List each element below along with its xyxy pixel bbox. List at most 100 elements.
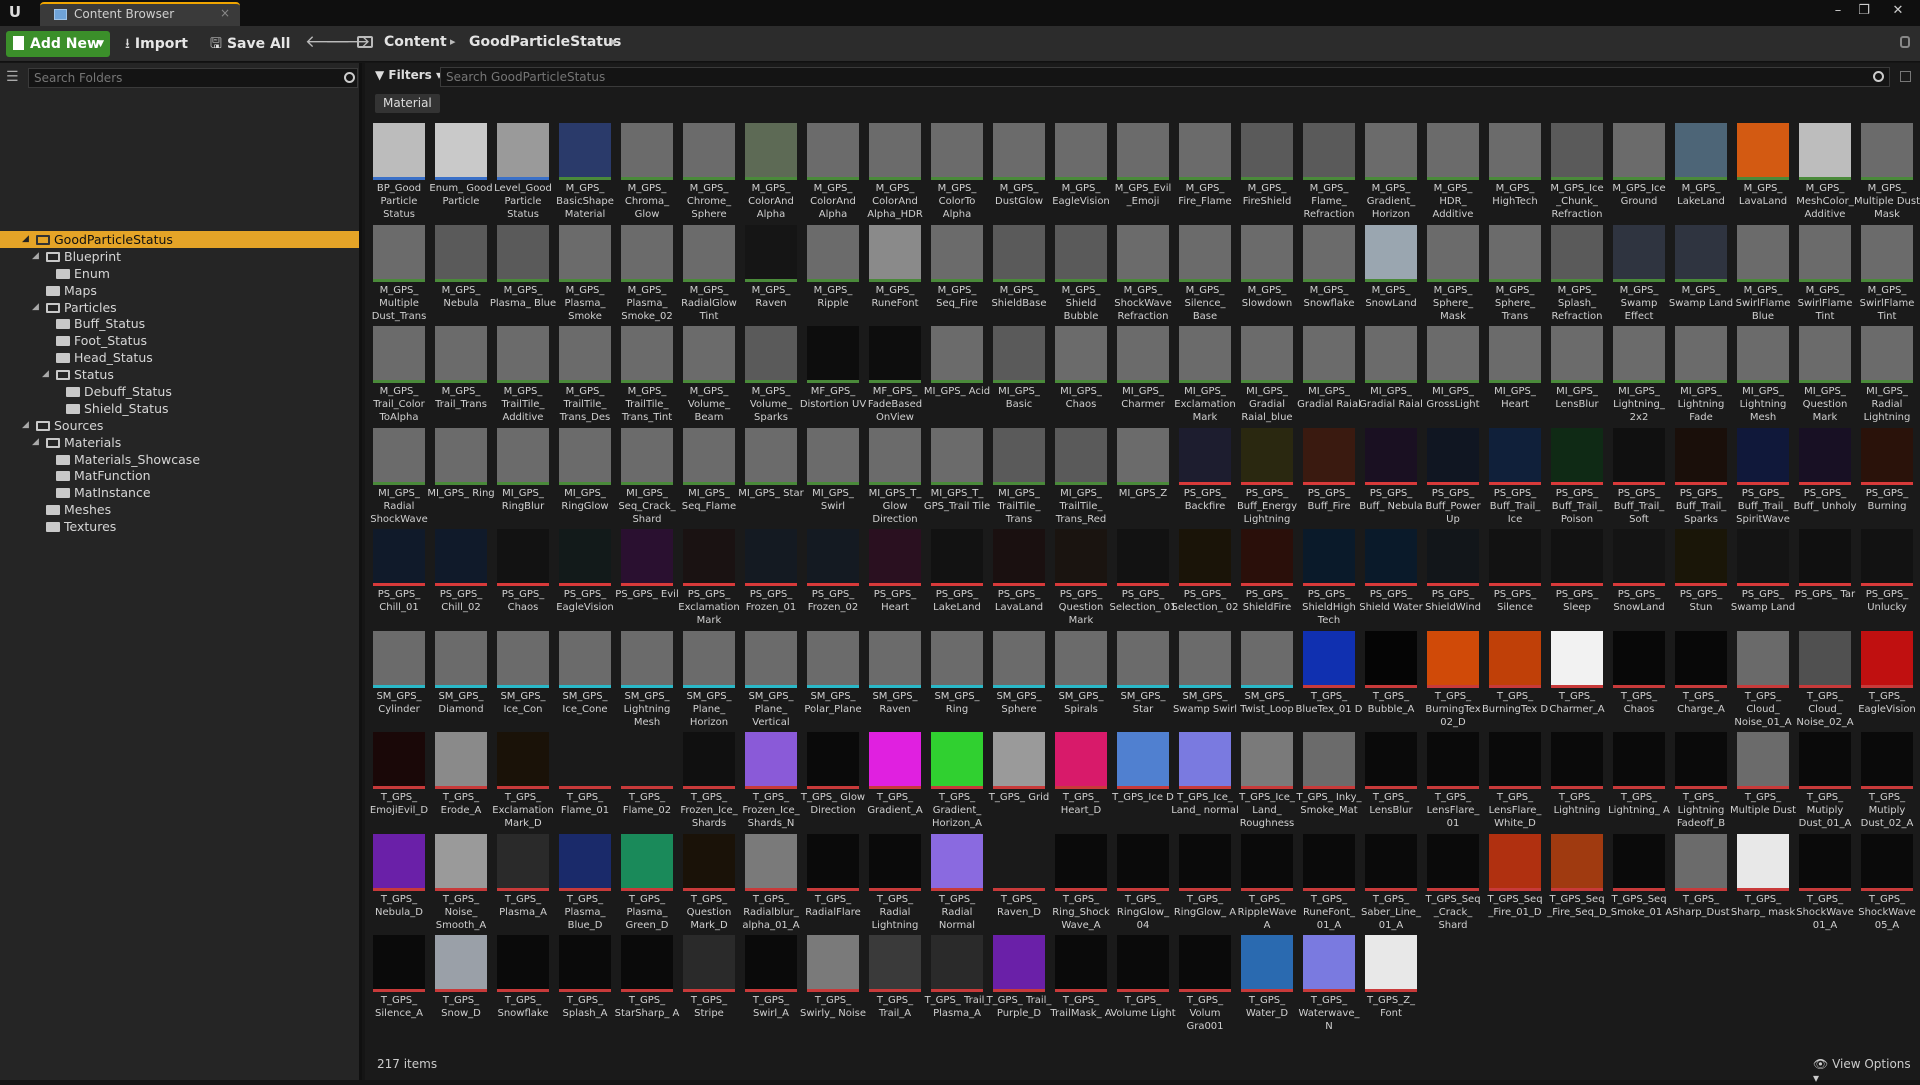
asset-tile[interactable]: PS_GPS_ Buff_Energy Lightning <box>1237 425 1297 525</box>
asset-tile[interactable]: T_GPS_ Plasma_ Green_D <box>617 831 675 931</box>
asset-tile[interactable]: M_GPS_ ShieldBase <box>989 222 1047 322</box>
asset-tile[interactable]: T_GPS_ Lightning_ A <box>1608 729 1670 829</box>
asset-tile[interactable]: M_GPS_ DustGlow <box>989 120 1047 220</box>
asset-tile[interactable]: Enum_ Good Particle <box>429 120 493 220</box>
folder-tree-item[interactable]: Debuff_Status <box>0 383 359 400</box>
asset-tile[interactable]: MI_GPS_ GrossLight <box>1423 323 1481 423</box>
expand-arrow-icon[interactable]: ◢ <box>32 434 39 451</box>
asset-tile[interactable]: MI_GPS_ Gradial Raial <box>1359 323 1423 423</box>
asset-tile[interactable]: M_GPS_ BasicShape Material <box>555 120 614 220</box>
asset-tile[interactable]: SM_GPS_ Diamond <box>431 628 489 728</box>
expand-arrow-icon[interactable]: ◢ <box>32 248 39 265</box>
asset-tile[interactable]: T_GPS_ Cloud_ Noise_01_A <box>1733 628 1792 728</box>
asset-tile[interactable]: M_GPS_ SnowLand <box>1361 222 1419 322</box>
folder-tree-item[interactable]: ◢ Sources <box>0 417 359 434</box>
asset-tile[interactable]: T_GPS_ Grid <box>989 729 1049 829</box>
asset-tile[interactable]: PS_GPS_ Selection_ 02 <box>1172 526 1239 626</box>
asset-tile[interactable]: T_GPS_ RadialFlare <box>803 831 861 931</box>
asset-tile[interactable]: T_GPS_ Cloud_ Noise_02_A <box>1795 628 1854 728</box>
asset-tile[interactable]: PS_GPS_ Frozen_02 <box>803 526 861 626</box>
asset-tile[interactable]: T_GPS_ Radial Normal <box>927 831 985 931</box>
asset-tile[interactable]: PS_GPS_ Question Mark <box>1051 526 1109 626</box>
asset-tile[interactable]: T_GPS_ Ring_Shock Wave_A <box>1051 831 1110 931</box>
asset-tile[interactable]: MI_GPS_ Exclamation Mark <box>1174 323 1236 423</box>
asset-tile[interactable]: M_GPS_ Plasma_ Blue <box>490 222 556 322</box>
asset-tile[interactable]: T_GPS_ LensFlare_ White_D <box>1485 729 1543 829</box>
asset-tile[interactable]: T_GPS_Seq _Fire_Seq_D <box>1547 831 1607 931</box>
asset-tile[interactable]: MF_GPS_ FadeBased OnView <box>865 323 923 423</box>
asset-tile[interactable]: T_GPS_ Volume Light <box>1110 932 1176 1032</box>
asset-tile[interactable]: M_GPS_ Slowdown <box>1237 222 1295 322</box>
asset-tile[interactable]: M_GPS_ Seq_Fire <box>927 222 985 322</box>
asset-tile[interactable]: T_GPS_ Trail_A <box>865 932 923 1032</box>
folder-tree-item[interactable]: ◢ Materials <box>0 434 359 451</box>
asset-tile[interactable]: MI_GPS_ Lightning Fade <box>1671 323 1729 423</box>
expand-arrow-icon[interactable]: ◢ <box>42 366 49 383</box>
asset-tile[interactable]: T_GPS_ Glow Direction <box>801 729 865 829</box>
asset-tile[interactable]: PS_GPS_ ShieldHigh Tech <box>1299 526 1357 626</box>
asset-tile[interactable]: PS_GPS_ Buff_Trail_ Poison <box>1547 425 1605 525</box>
asset-tile[interactable]: T_GPS_ RingGlow_ A <box>1174 831 1236 931</box>
asset-tile[interactable]: T_GPS_ RuneFont_ 01_A <box>1299 831 1357 931</box>
asset-tile[interactable]: T_GPS_ Frozen_Ice_ Shards <box>679 729 738 829</box>
asset-tile[interactable]: M_GPS_ Volume_ Beam <box>679 323 737 423</box>
asset-tile[interactable]: T_GPS_ Trail_ Plasma_A <box>925 932 989 1032</box>
asset-tile[interactable]: MI_GPS_ Lightning_ 2x2 <box>1609 323 1667 423</box>
asset-tile[interactable]: M_GPS_ Gradient_ Horizon <box>1361 120 1419 220</box>
asset-tile[interactable]: T_GPS_ Plasma_A <box>493 831 551 931</box>
asset-tile[interactable]: M_GPS_ Trail_Trans <box>431 323 489 423</box>
asset-tile[interactable]: MI_GPS_ Acid <box>924 323 990 423</box>
asset-tile[interactable]: PS_GPS_ Buff_Trail_ Soft <box>1609 425 1667 525</box>
asset-tile[interactable]: SM_GPS_ Swamp Swirl <box>1173 628 1237 728</box>
search-options-icon[interactable] <box>1900 71 1911 82</box>
asset-tile[interactable]: PS_GPS_ Stun <box>1671 526 1729 626</box>
asset-tile[interactable]: SM_GPS_ Polar_Plane <box>803 628 862 728</box>
asset-tile[interactable]: SM_GPS_ Sphere <box>989 628 1047 728</box>
asset-tile[interactable]: MI_GPS_ LensBlur <box>1547 323 1605 423</box>
asset-tile[interactable]: T_GPS_Ice D <box>1112 729 1174 829</box>
asset-tile[interactable]: M_GPS_ Sphere_ Mask <box>1423 222 1481 322</box>
asset-tile[interactable]: M_GPS_ LakeLand <box>1671 120 1729 220</box>
asset-tile[interactable]: T_GPS_Ice_ Land_ normal <box>1171 729 1239 829</box>
asset-tile[interactable]: M_GPS_ Plasma_ Smoke <box>555 222 613 322</box>
asset-tile[interactable]: MI_GPS_ Star <box>738 425 804 525</box>
asset-tile[interactable]: M_GPS_Ice _Chunk_ Refraction <box>1547 120 1605 220</box>
asset-tile[interactable]: T_GPS_ Charge_A <box>1671 628 1729 728</box>
asset-tile[interactable]: M_GPS_Ice Ground <box>1609 120 1667 220</box>
asset-tile[interactable]: PS_GPS_ Heart <box>865 526 923 626</box>
asset-tile[interactable]: SM_GPS_ Star <box>1113 628 1171 728</box>
tab-content-browser[interactable]: Content Browser × <box>40 2 240 26</box>
asset-tile[interactable]: T_GPS_ StarSharp_ A <box>615 932 679 1032</box>
asset-tile[interactable]: T_GPS_ RippleWave A <box>1237 831 1296 931</box>
asset-tile[interactable]: M_GPS_ TrailTile_ Trans_Des <box>555 323 613 423</box>
asset-tile[interactable]: T_GPS_ Multiple Dust <box>1730 729 1796 829</box>
asset-tile[interactable]: T_GPS_ LensFlare_ 01 <box>1423 729 1481 829</box>
asset-tile[interactable]: T_GPS_ ShockWave 01_A <box>1795 831 1854 931</box>
asset-tile[interactable]: T_GPS_Seq _Fire_01_D <box>1485 831 1543 931</box>
folder-tree-item[interactable]: Materials_Showcase <box>0 451 359 468</box>
asset-tile[interactable]: MI_GPS_ Seq_Flame <box>679 425 737 525</box>
asset-tile[interactable]: M_GPS_Evil _Emoji <box>1113 120 1171 220</box>
asset-tile[interactable]: MI_GPS_ Lightning Mesh <box>1733 323 1791 423</box>
asset-tile[interactable]: T_GPS_ Raven_D <box>989 831 1047 931</box>
asset-tile[interactable]: M_GPS_ HDR_ Additive <box>1423 120 1481 220</box>
asset-tile[interactable]: MI_GPS_ RingBlur <box>493 425 551 525</box>
asset-tile[interactable]: T_GPS_Seq _Smoke_01 A <box>1606 831 1672 931</box>
asset-tile[interactable]: SM_GPS_ Ring <box>927 628 985 728</box>
asset-tile[interactable]: T_GPS_ Question Mark_D <box>679 831 737 931</box>
asset-tile[interactable]: T_GPS_ Exclamation Mark_D <box>492 729 554 829</box>
asset-tile[interactable]: PS_GPS_ Frozen_01 <box>741 526 799 626</box>
asset-tile[interactable]: PS_GPS_ Chill_02 <box>431 526 489 626</box>
asset-tile[interactable]: PS_GPS_ Buff_Power Up <box>1423 425 1481 525</box>
asset-tile[interactable]: PS_GPS_ Buff_Trail_ Sparks <box>1671 425 1729 525</box>
asset-tile[interactable]: SM_GPS_ Lightning Mesh <box>617 628 675 728</box>
asset-tile[interactable]: T_GPS_ Radialblur_ alpha_01_A <box>741 831 800 931</box>
asset-tile[interactable]: T_GPS_ LensBlur <box>1361 729 1419 829</box>
asset-tile[interactable]: M_GPS_ Snowflake <box>1299 222 1357 322</box>
asset-tile[interactable]: SM_GPS_ Cylinder <box>369 628 427 728</box>
folder-tree-item[interactable]: Maps <box>0 282 359 299</box>
asset-tile[interactable]: M_GPS_ Plasma_ Smoke_02 <box>617 222 675 322</box>
folder-tree-item[interactable]: Head_Status <box>0 349 359 366</box>
maximize-button[interactable]: ❐ <box>1852 2 1876 20</box>
folder-tree-item[interactable]: MatFunction <box>0 467 359 484</box>
